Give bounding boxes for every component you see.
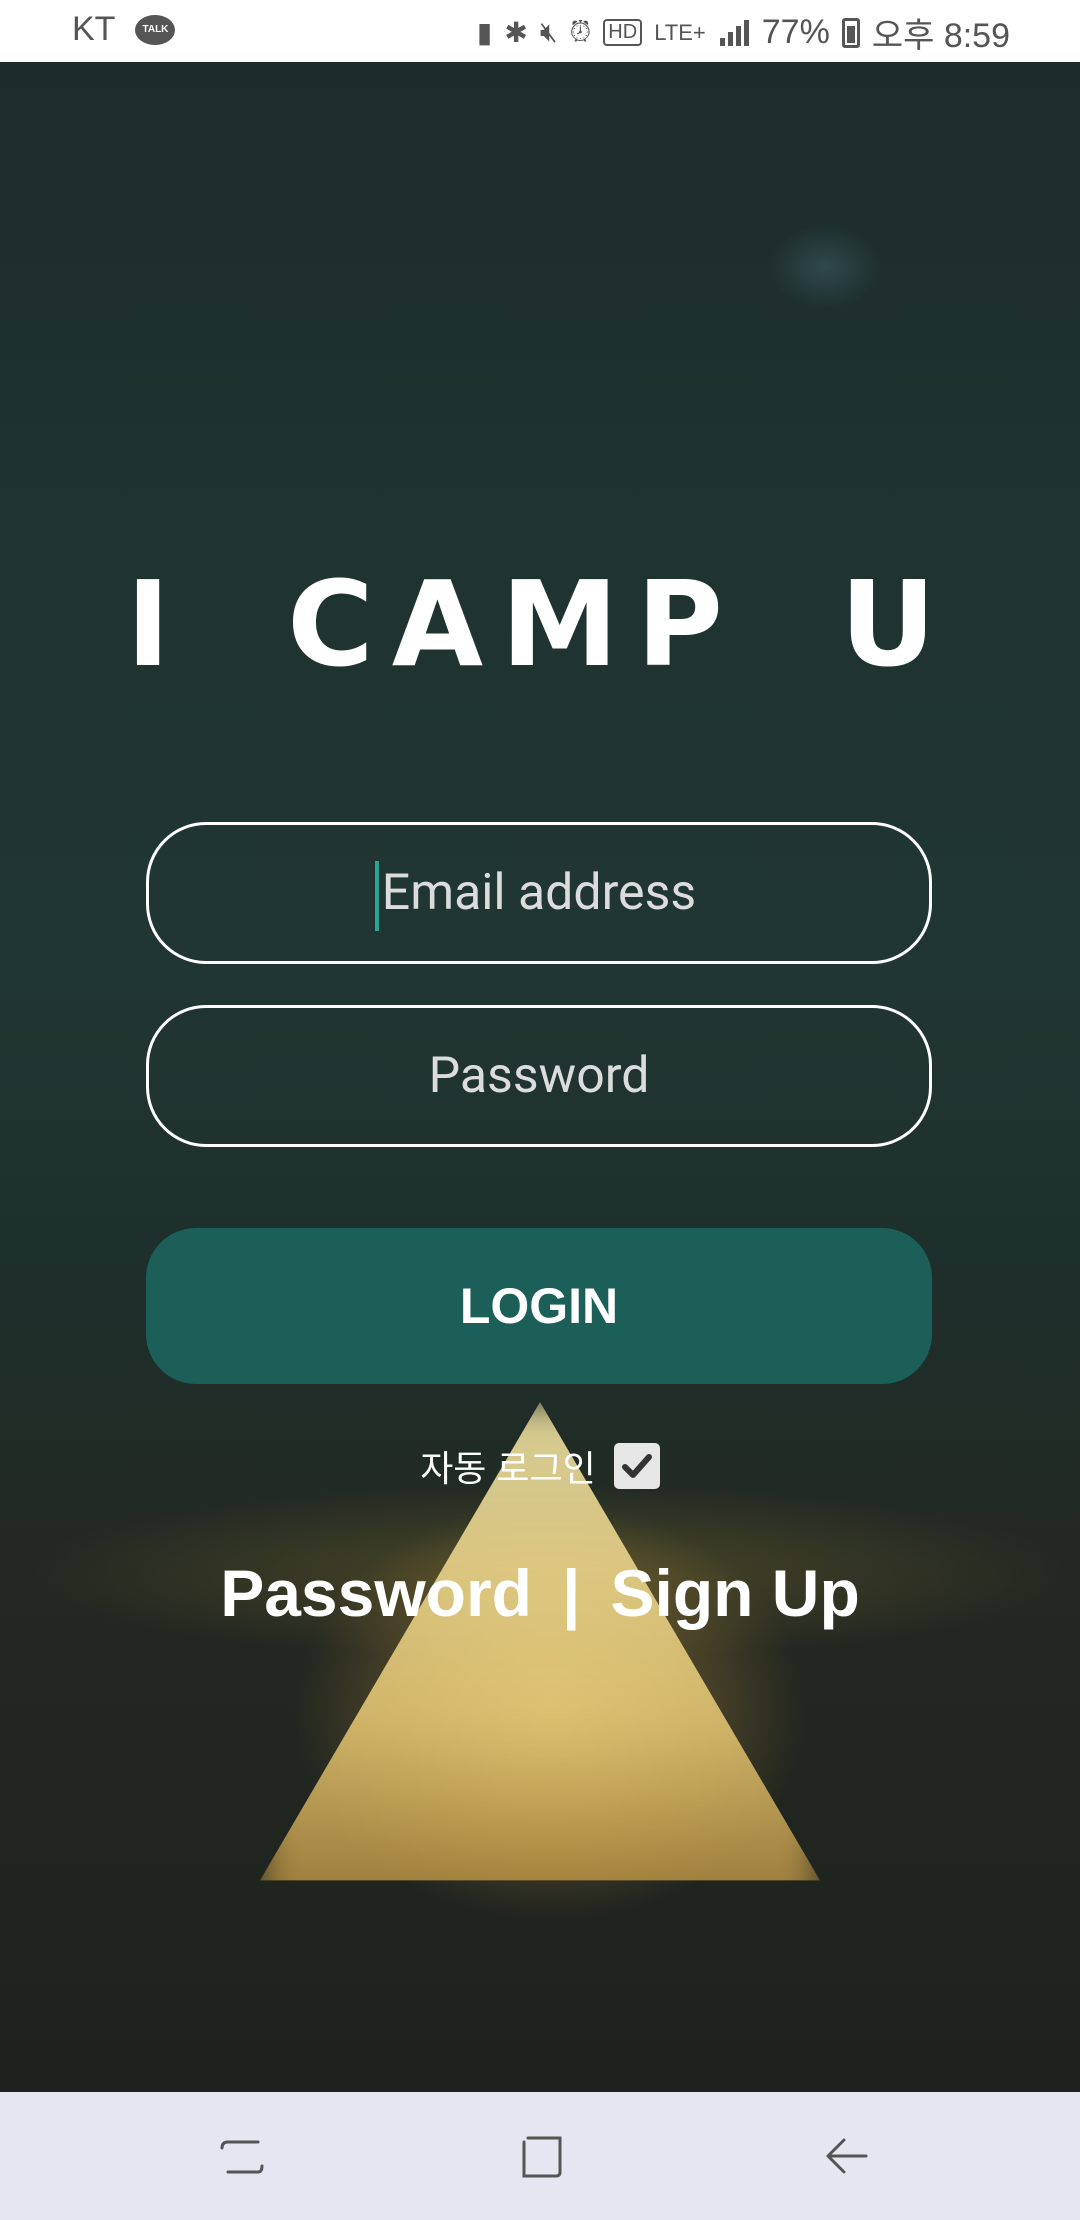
account-links: Password | Sign Up [0, 1555, 1080, 1631]
carrier-label: KT [72, 10, 116, 48]
status-bar: KT TALK ▮ ✱ 🔇︎ ⏰︎ HD LTE+ 77% 오후 8:59 [0, 0, 1080, 62]
bluetooth-icon: ✱ [504, 17, 528, 48]
login-button[interactable]: LOGIN [146, 1228, 932, 1384]
status-right: ▮ ✱ 🔇︎ ⏰︎ HD LTE+ 77% 오후 8:59 [477, 8, 1010, 57]
home-icon [522, 2136, 562, 2178]
back-icon [826, 2138, 868, 2174]
checkmark-icon [621, 1454, 652, 1478]
mute-icon: 🔇︎ [539, 16, 558, 47]
auto-login-checkbox[interactable] [613, 1443, 660, 1489]
recent-apps-button[interactable] [202, 2116, 282, 2196]
text-cursor [375, 861, 379, 931]
link-separator: | [562, 1556, 581, 1630]
kakaotalk-icon: TALK [135, 14, 176, 45]
clock: 오후 8:59 [871, 17, 1010, 55]
auto-login-row: 자동 로그인 [0, 1440, 1080, 1492]
password-field-container[interactable] [146, 1005, 932, 1147]
network-type-label: LTE+ [654, 19, 706, 45]
navigation-bar [0, 2092, 1080, 2220]
talk-badge-label: TALK [142, 24, 169, 35]
back-button[interactable] [806, 2116, 886, 2196]
email-field[interactable] [149, 863, 929, 923]
battery-icon [841, 17, 860, 48]
password-link[interactable]: Password [220, 1555, 532, 1631]
password-field[interactable] [149, 1046, 929, 1106]
auto-login-label: 자동 로그인 [420, 1448, 596, 1489]
sign-up-link[interactable]: Sign Up [610, 1555, 859, 1631]
battery-percent: 77% [761, 13, 830, 51]
hd-voice-icon: HD [603, 19, 643, 46]
home-button[interactable] [502, 2116, 582, 2196]
alarm-icon: ⏰︎ [569, 16, 592, 47]
email-field-container[interactable] [146, 822, 932, 964]
recent-apps-icon [220, 2140, 264, 2174]
battery-saver-icon: ▮ [476, 17, 493, 48]
status-left: KT TALK [72, 10, 176, 49]
signal-icon [718, 18, 750, 48]
app-logo: I CAMP U [126, 555, 954, 693]
